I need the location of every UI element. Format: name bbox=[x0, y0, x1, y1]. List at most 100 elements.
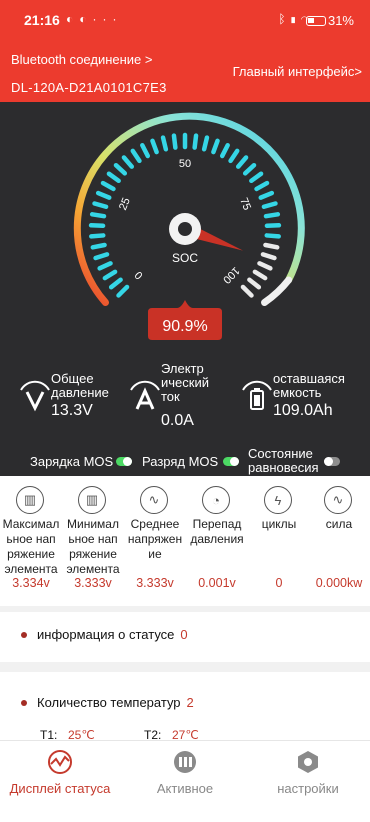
gauge-tick-label: 0 bbox=[133, 269, 146, 282]
gauge-tick bbox=[150, 138, 159, 155]
cell-min-icon: ▥ bbox=[78, 486, 106, 514]
current-label-1: Электр bbox=[161, 361, 204, 376]
chat-icon: ◐ bbox=[79, 12, 93, 26]
gauge-tick bbox=[260, 252, 277, 261]
nav-settings-label: настройки bbox=[277, 781, 339, 796]
charge-mos-toggle[interactable] bbox=[116, 457, 132, 466]
balance-toggle[interactable] bbox=[324, 457, 340, 466]
cell-label-line: сила bbox=[325, 517, 353, 531]
gauge-tick bbox=[121, 155, 134, 169]
gauge-tick bbox=[219, 142, 230, 159]
separator bbox=[0, 662, 370, 672]
current-value: 0.0A bbox=[161, 412, 194, 429]
cell-label-line: Перепад bbox=[192, 517, 242, 531]
gauge-tick bbox=[93, 252, 110, 261]
gauge-tick bbox=[249, 171, 264, 184]
sine-wave-icon: ∿ bbox=[140, 486, 168, 514]
voltage-value: 13.3V bbox=[51, 402, 93, 419]
battery-icon bbox=[306, 16, 326, 26]
gauge-tick bbox=[102, 269, 118, 281]
gauge-tick bbox=[211, 138, 220, 155]
soc-value: 90.9% bbox=[162, 318, 207, 335]
gauge-tick bbox=[130, 148, 142, 164]
cell-label-line: Максимал bbox=[2, 517, 60, 531]
current-label-3: ток bbox=[161, 389, 180, 404]
cell-max-icon: ▥ bbox=[16, 486, 44, 514]
cell-label-line: циклы bbox=[261, 517, 297, 531]
battery-percent: 31% bbox=[327, 13, 354, 28]
cell-label-line: Среднее bbox=[130, 517, 180, 531]
chat-icon: ◐ bbox=[66, 12, 80, 26]
gauge-hub-center bbox=[178, 222, 192, 236]
gauge-tick bbox=[108, 277, 123, 290]
gauge-tick bbox=[252, 269, 268, 281]
nav-active[interactable]: Активное bbox=[125, 749, 245, 796]
gauge-tick bbox=[192, 133, 199, 150]
gauge-tick bbox=[116, 284, 130, 298]
discharge-mos-toggle[interactable] bbox=[223, 457, 239, 466]
cell-label-line: ряжение bbox=[7, 547, 55, 561]
gauge-tick bbox=[236, 155, 249, 169]
gauge-tick bbox=[257, 261, 273, 271]
gauge-tick bbox=[89, 212, 107, 219]
gauge-tick bbox=[263, 212, 281, 219]
nav-settings[interactable]: настройки bbox=[248, 749, 368, 796]
power-wave-icon: ∿ bbox=[324, 486, 352, 514]
nav-status-display[interactable]: Дисплей статуса bbox=[0, 749, 120, 796]
battery-pack-icon bbox=[174, 751, 196, 773]
voltage-label-2: давление bbox=[51, 385, 109, 400]
gauge-tick bbox=[240, 284, 254, 298]
battery-capacity-icon bbox=[242, 380, 272, 410]
cell-label-line: Минимал bbox=[67, 517, 119, 531]
settings-hexagon-icon bbox=[298, 751, 318, 773]
gauge-tick bbox=[89, 233, 106, 239]
gauge-tick bbox=[254, 180, 270, 192]
status-info-value: 0 bbox=[180, 627, 188, 642]
gauge-tick bbox=[90, 242, 107, 250]
app-header: Bluetooth соединение > Главный интерфейс… bbox=[0, 42, 370, 102]
gauge-tick bbox=[97, 261, 113, 271]
cell-label-line: ьное нап bbox=[6, 532, 56, 546]
discharge-mos-label: Разряд MOS bbox=[142, 454, 219, 469]
temperature-row[interactable]: Количество температур 2 bbox=[0, 680, 370, 726]
gauge-tick bbox=[171, 133, 178, 150]
temperature-count: 2 bbox=[186, 695, 194, 710]
cell-value: 3.334v bbox=[12, 576, 50, 590]
cell-label-line: элемента bbox=[66, 562, 120, 576]
nav-active-label: Активное bbox=[156, 781, 214, 796]
gauge-tick bbox=[201, 135, 210, 152]
current-icon bbox=[130, 380, 160, 410]
gauge-tick bbox=[100, 180, 116, 192]
bottom-navigation: Дисплей статуса Активное настройки bbox=[0, 740, 370, 822]
capacity-label-2: емкость bbox=[273, 385, 322, 400]
gauge-tick bbox=[140, 142, 151, 159]
gauge-icon: ◔ bbox=[202, 486, 230, 514]
bullet-icon bbox=[21, 700, 27, 706]
status-info-row[interactable]: информация о статусе 0 bbox=[0, 612, 370, 658]
gauge-tick bbox=[247, 277, 262, 290]
bluetooth-connection-link[interactable]: Bluetooth соединение > bbox=[11, 52, 153, 67]
cell-label-line: ьное нап bbox=[68, 532, 118, 546]
gauge-tick bbox=[258, 190, 275, 200]
voltage-metric: Общее давление 13.3V bbox=[18, 372, 128, 428]
capacity-value: 109.0Ah bbox=[273, 402, 333, 419]
dots-icon: ··· bbox=[92, 12, 123, 26]
cell-stats-panel: ▥ Максимал ьное нап ряжение элемента 3.3… bbox=[0, 476, 370, 606]
capacity-metric: оставшаяся емкость 109.0Ah bbox=[240, 372, 366, 428]
gauge-tick bbox=[160, 135, 169, 152]
cell-label-line: напряжен bbox=[127, 532, 183, 546]
current-metric: Электр ический ток 0.0A bbox=[128, 362, 238, 429]
current-label-2: ический bbox=[161, 375, 209, 390]
gauge-tick bbox=[263, 242, 280, 250]
balance-label-1: Состояние bbox=[248, 446, 313, 461]
cell-value: 0.001v bbox=[198, 576, 236, 590]
charge-mos-label: Зарядка MOS bbox=[30, 454, 114, 469]
main-interface-link[interactable]: Главный интерфейс> bbox=[233, 64, 362, 79]
gauge-tick bbox=[228, 148, 240, 164]
cell-value: 3.333v bbox=[136, 576, 174, 590]
gauge-center-label: SOC bbox=[172, 251, 198, 265]
gauge-tick bbox=[106, 171, 121, 184]
gauge-tick bbox=[261, 201, 278, 209]
gauge-tick-label: 100 bbox=[220, 264, 241, 285]
bullet-icon bbox=[21, 632, 27, 638]
